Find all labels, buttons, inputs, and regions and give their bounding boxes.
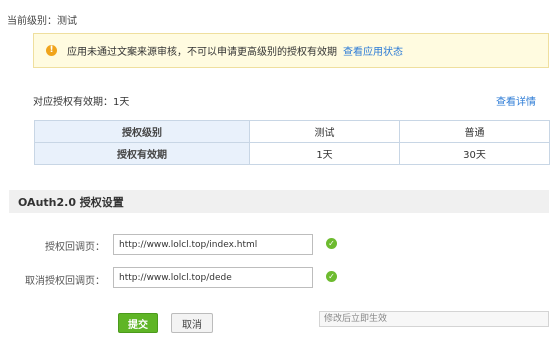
warning-notice: ! 应用未通过文案来源审核，不可以申请更高级别的授权有效期 查看应用状态 — [33, 33, 549, 68]
cancel-button[interactable]: 取消 — [171, 313, 213, 333]
callback-url-label: 授权回调页： — [45, 242, 105, 253]
table-row: 授权有效期 1天 30天 — [34, 142, 550, 165]
view-details-link[interactable]: 查看详情 — [496, 93, 536, 108]
effect-hint: 修改后立即生效 — [319, 311, 549, 327]
oauth-section-title: OAuth2.0 授权设置 — [18, 195, 124, 209]
cancel-callback-url-label: 取消授权回调页： — [25, 276, 105, 287]
table-cell: 普通 — [399, 120, 550, 143]
submit-button[interactable]: 提交 — [118, 313, 158, 333]
check-circle-icon: ✓ — [326, 271, 337, 282]
table-row: 授权级别 测试 普通 — [34, 120, 550, 143]
table-header-cell: 授权级别 — [34, 120, 250, 143]
cancel-callback-url-input[interactable] — [113, 267, 313, 288]
auth-level-table: 授权级别 测试 普通 授权有效期 1天 30天 — [34, 120, 550, 165]
oauth-section-header: OAuth2.0 授权设置 — [9, 190, 549, 213]
table-cell: 30天 — [399, 142, 550, 165]
table-cell: 1天 — [249, 142, 400, 165]
table-header-cell: 授权有效期 — [34, 142, 250, 165]
warning-icon: ! — [46, 45, 57, 56]
warning-text: 应用未通过文案来源审核，不可以申请更高级别的授权有效期 — [67, 47, 337, 58]
validity-label: 对应授权有效期：1天 — [33, 97, 130, 108]
callback-url-input[interactable] — [113, 234, 313, 255]
view-app-status-link[interactable]: 查看应用状态 — [343, 43, 403, 58]
check-circle-icon: ✓ — [326, 238, 337, 249]
current-level-label: 当前级别：测试 — [7, 16, 77, 27]
table-cell: 测试 — [249, 120, 400, 143]
